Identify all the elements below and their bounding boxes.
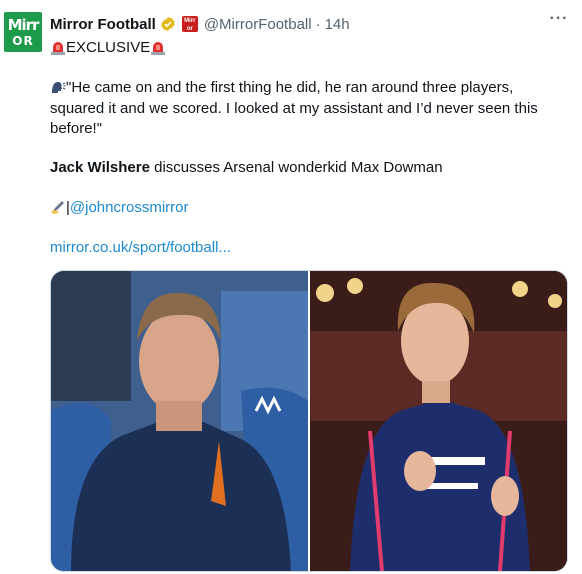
tweet-timestamp[interactable]: 14h [325, 16, 350, 33]
speaking-head-icon [50, 79, 66, 95]
credit-line: |@johncrossmirror [50, 198, 189, 218]
tweet-media[interactable] [50, 270, 568, 572]
avatar-logo-bottom: OR [12, 34, 34, 48]
exclusive-line: EXCLUSIVE [50, 38, 166, 58]
writing-hand-icon [50, 199, 66, 215]
quote-line-1: "He came on and the first thing he did, … [50, 78, 513, 98]
rotating-light-icon [150, 39, 166, 55]
profile-avatar[interactable]: Mirr OR [4, 12, 42, 52]
user-handle[interactable]: @MirrorFootball [204, 16, 312, 33]
subject-rest: discusses Arsenal wonderkid Max Dowman [149, 159, 443, 176]
article-link[interactable]: mirror.co.uk/sport/football... [50, 238, 231, 258]
photo-max-dowman[interactable] [310, 271, 567, 571]
quote-text-1: "He came on and the first thing he did, … [66, 79, 514, 96]
rotating-light-icon [50, 39, 66, 55]
exclusive-label: EXCLUSIVE [66, 39, 151, 56]
photo-jack-wilshere[interactable] [51, 271, 308, 571]
credit-handle-link[interactable]: @johncrossmirror [70, 199, 189, 216]
more-options-icon[interactable]: ··· [548, 11, 570, 32]
verified-gold-badge-icon [160, 16, 176, 32]
quote-text-2: squared it and we scored. I looked at my… [50, 100, 538, 117]
subject-line: Jack Wilshere discusses Arsenal wonderki… [50, 158, 443, 178]
tweet-header: Mirror Football Mirr or @MirrorFootball ·… [50, 14, 350, 34]
subject-bold: Jack Wilshere [50, 159, 150, 176]
display-name[interactable]: Mirror Football [50, 16, 156, 33]
quote-text-3: before!" [50, 120, 103, 137]
header-separator: · [315, 15, 321, 33]
avatar-logo-top: Mirr [7, 16, 40, 34]
mirror-affiliate-badge-icon[interactable]: Mirr or [181, 16, 198, 32]
